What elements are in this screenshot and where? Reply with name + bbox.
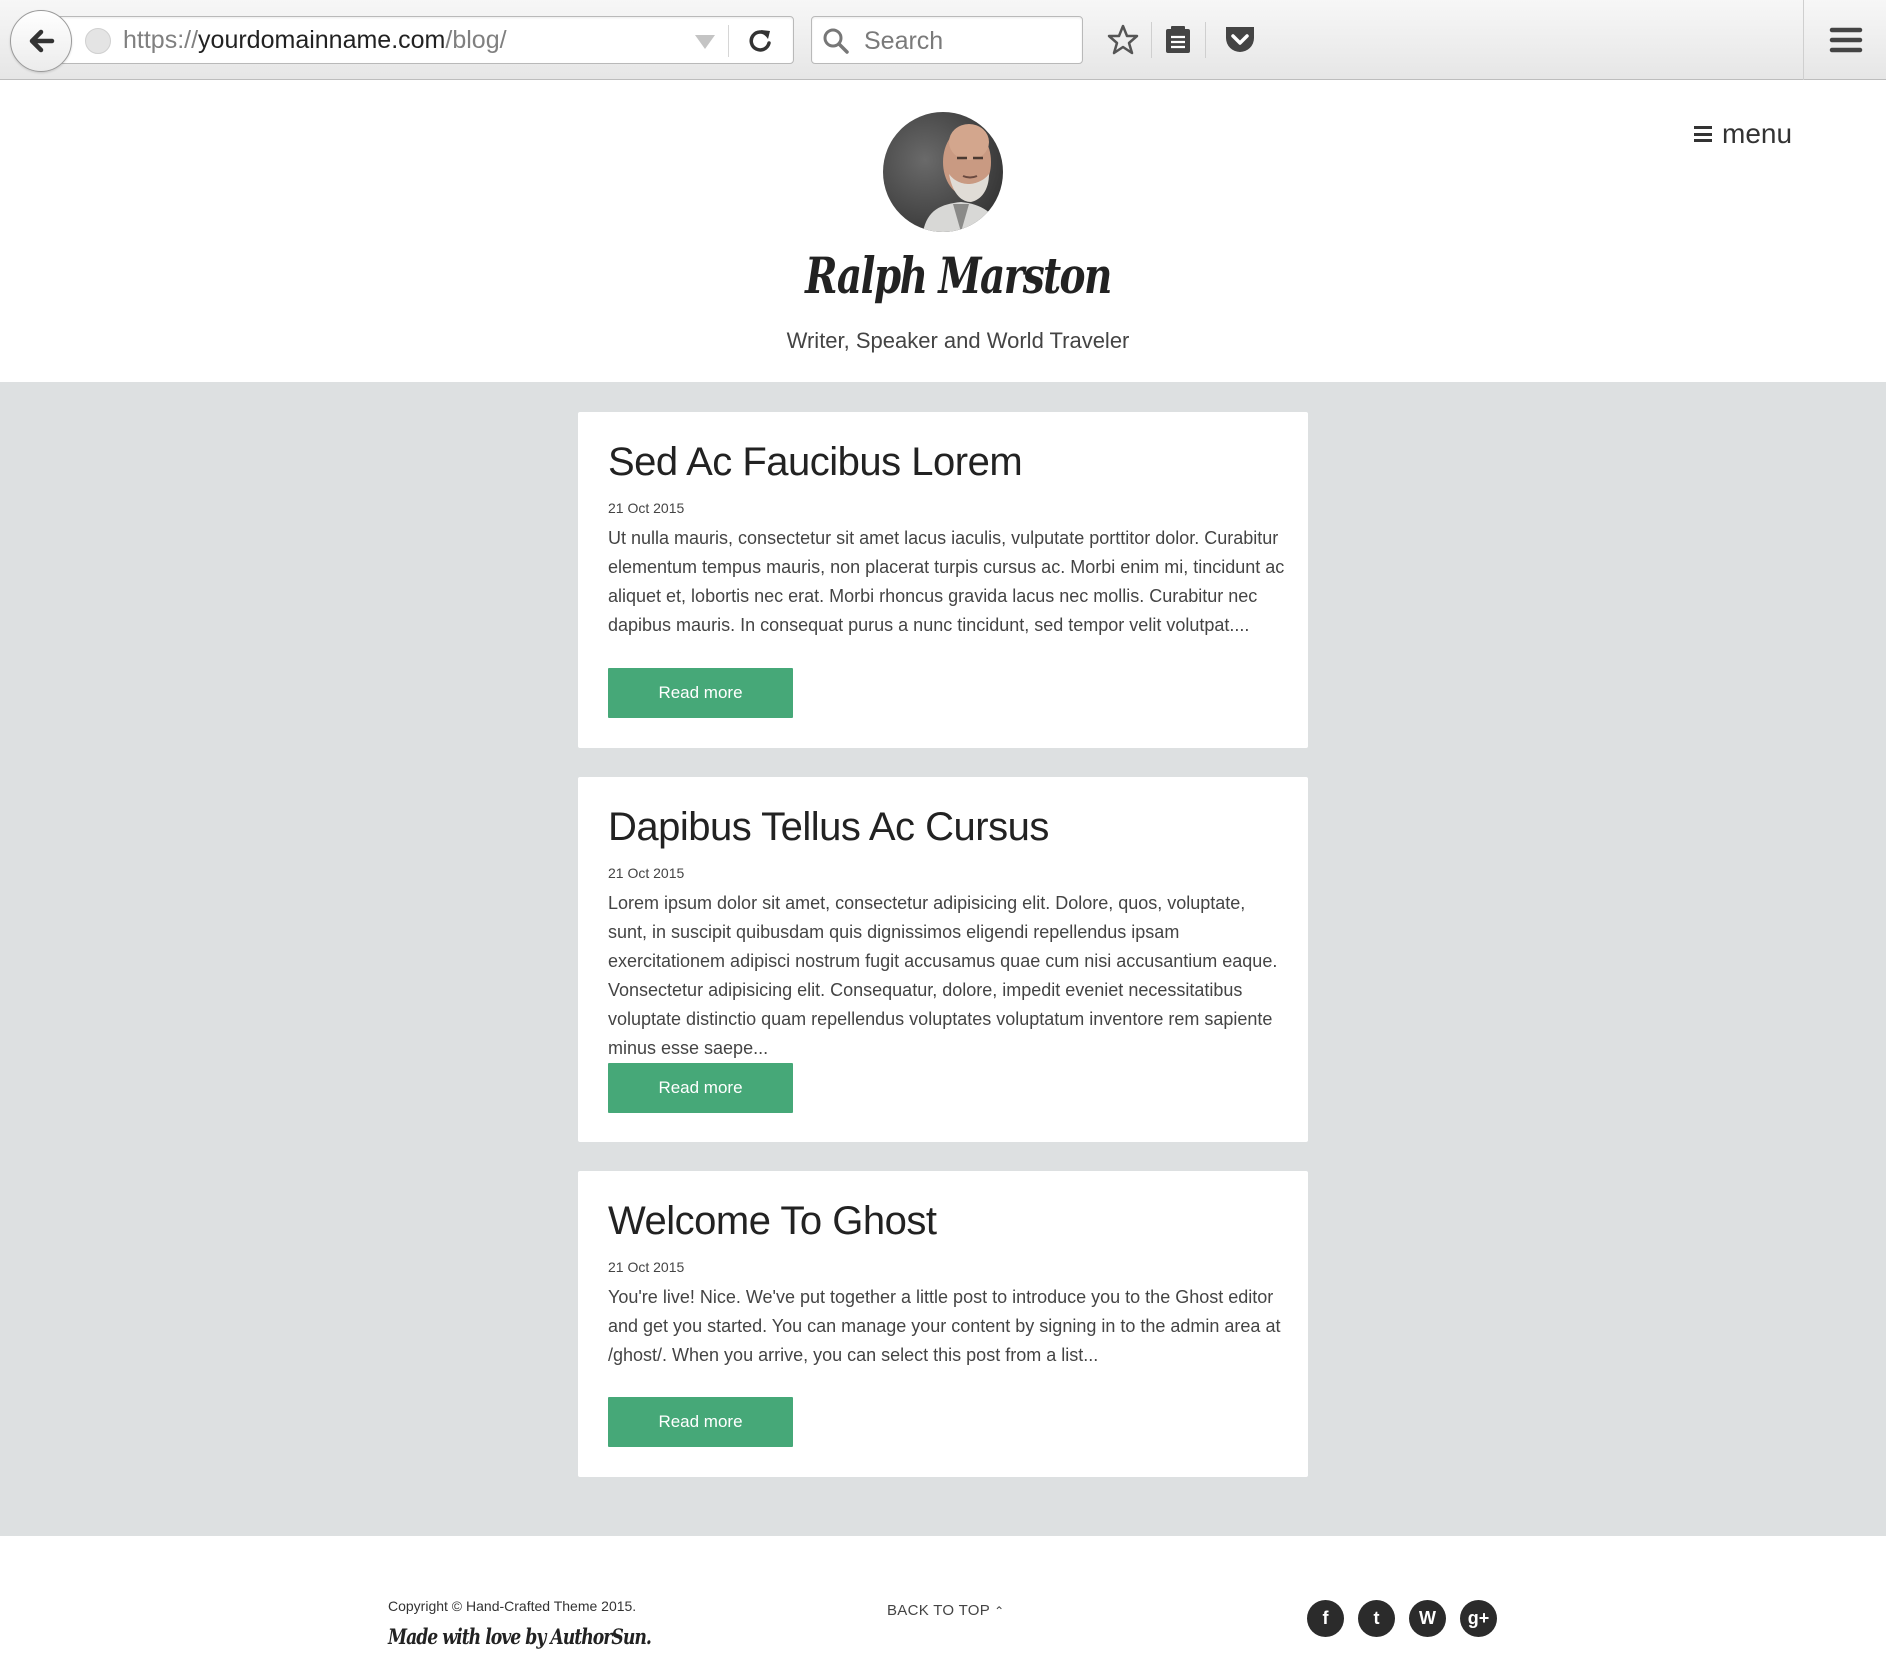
social-links: f t W g+ [1307,1600,1497,1637]
back-to-top-label: BACK TO TOP [887,1602,991,1619]
address-bar[interactable]: https://yourdomainname.com/blog/ [54,16,794,64]
toolbar-separator [1205,22,1206,58]
copyright-text: Copyright © Hand-Crafted Theme 2015. [388,1598,637,1614]
reading-list-icon[interactable] [1160,22,1196,58]
facebook-icon[interactable]: f [1307,1600,1344,1637]
post-card: Sed Ac Faucibus Lorem 21 Oct 2015 Ut nul… [578,412,1308,748]
globe-icon [85,28,111,54]
author-avatar [883,112,1003,232]
post-list: Sed Ac Faucibus Lorem 21 Oct 2015 Ut nul… [0,382,1886,1536]
back-button[interactable] [10,10,72,72]
bookmark-star-icon[interactable] [1105,22,1141,58]
read-more-button[interactable]: Read more [608,1397,793,1447]
google-plus-icon[interactable]: g+ [1460,1600,1497,1637]
menu-label: menu [1722,118,1793,149]
post-title[interactable]: Welcome To Ghost [608,1199,937,1244]
back-arrow-icon [29,29,55,53]
search-placeholder: Search [864,27,944,55]
search-box[interactable]: Search [811,16,1083,64]
post-title[interactable]: Dapibus Tellus Ac Cursus [608,805,1049,850]
wordpress-icon[interactable]: W [1409,1600,1446,1637]
menu-icon [1694,126,1712,142]
toolbar-separator [1151,22,1152,58]
read-more-button[interactable]: Read more [608,668,793,718]
menu-toggle[interactable]: menu [1694,118,1792,150]
toolbar-divider [1803,0,1804,80]
post-title[interactable]: Sed Ac Faucibus Lorem [608,440,1023,485]
site-footer: Copyright © Hand-Crafted Theme 2015. Mad… [0,1536,1886,1666]
url-separator [728,25,729,57]
post-card: Welcome To Ghost 21 Oct 2015 You're live… [578,1171,1308,1477]
url-text[interactable]: https://yourdomainname.com/blog/ [123,26,507,55]
post-date: 21 Oct 2015 [608,1259,685,1275]
post-excerpt: You're live! Nice. We've put together a … [608,1287,1281,1365]
post-date: 21 Oct 2015 [608,865,685,881]
url-host: yourdomainname.com [198,26,446,54]
post-excerpt: Ut nulla mauris, consectetur sit amet la… [608,528,1285,635]
back-to-top-link[interactable]: BACK TO TOP ⌃ [887,1602,1004,1619]
pocket-icon[interactable] [1222,22,1258,58]
reload-icon[interactable] [745,26,775,56]
post-card: Dapibus Tellus Ac Cursus 21 Oct 2015 Lor… [578,777,1308,1142]
site-title[interactable]: Ralph Marston [211,246,1705,305]
post-excerpt: Lorem ipsum dolor sit amet, consectetur … [608,893,1278,1058]
post-date: 21 Oct 2015 [608,500,685,516]
history-dropdown-icon[interactable] [695,35,715,49]
browser-toolbar: https://yourdomainname.com/blog/ Search [0,0,1886,80]
search-icon [823,28,849,54]
caret-up-icon: ⌃ [994,1604,1005,1618]
hamburger-menu-icon[interactable] [1828,22,1864,58]
twitter-icon[interactable]: t [1358,1600,1395,1637]
read-more-button[interactable]: Read more [608,1063,793,1113]
url-scheme: https:// [123,26,199,54]
site-tagline: Writer, Speaker and World Traveler [786,328,1130,353]
made-by-credit[interactable]: Made with love by AuthorSun. [388,1624,652,1649]
url-path: /blog/ [445,26,507,54]
